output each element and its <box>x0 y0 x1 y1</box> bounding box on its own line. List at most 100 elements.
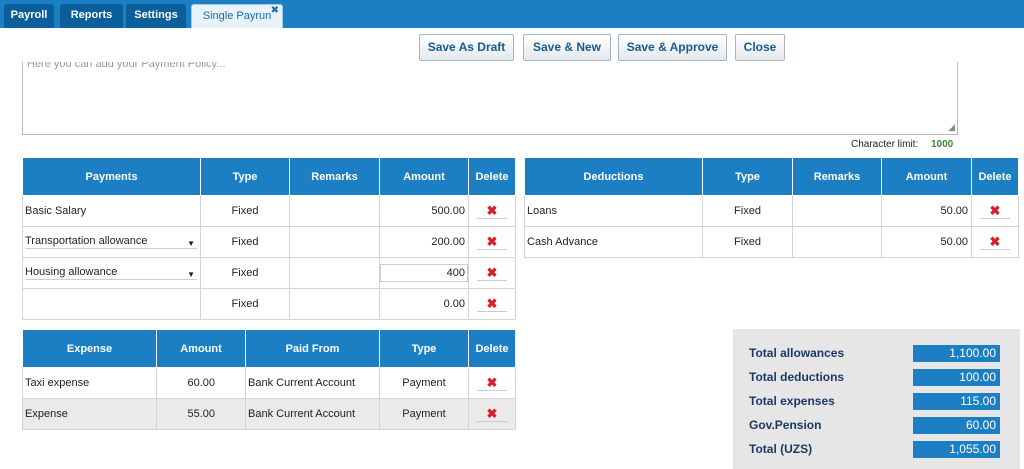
payment-amount-cell: 400 <box>379 257 469 289</box>
table-row: Cash Advance Fixed 50.00 ✖ <box>524 226 1019 258</box>
payment-type: Fixed <box>200 226 290 258</box>
column-header: Delete <box>468 157 516 196</box>
table-row: Loans Fixed 50.00 ✖ <box>524 195 1019 227</box>
column-header: Amount <box>379 157 469 196</box>
delete-cell: ✖ <box>468 195 516 227</box>
chevron-down-icon: ▼ <box>187 270 195 279</box>
payment-policy-textarea[interactable]: Here you can add your Payment Policy... … <box>22 62 958 135</box>
payment-name-cell: Housing allowance ▼ <box>22 257 201 289</box>
tab-single-payrun[interactable]: Single Payrun ✖ <box>191 4 283 28</box>
table-row: Housing allowance ▼ Fixed 400 ✖ <box>22 257 516 289</box>
payment-amount: 500.00 <box>379 195 469 227</box>
delete-icon[interactable]: ✖ <box>477 406 507 422</box>
resize-handle-icon[interactable]: ◢ <box>948 122 955 133</box>
deduction-remarks[interactable] <box>792 226 882 258</box>
total-expenses-label: Total expenses <box>749 394 835 408</box>
delete-icon[interactable]: ✖ <box>477 234 507 250</box>
chevron-down-icon: ▼ <box>187 239 195 248</box>
column-header: Type <box>702 157 793 196</box>
payment-amount: 200.00 <box>379 226 469 258</box>
tab-reports[interactable]: Reports <box>60 4 123 28</box>
save-and-approve-button[interactable]: Save & Approve <box>618 34 727 61</box>
payment-type-select[interactable]: Transportation allowance ▼ <box>25 235 197 249</box>
total-uzs-value: 1,055.00 <box>913 441 1000 458</box>
column-header: Remarks <box>289 157 380 196</box>
column-header: Type <box>200 157 290 196</box>
deduction-name: Loans <box>524 195 703 227</box>
expense-amount: 55.00 <box>156 398 246 430</box>
tab-label: Reports <box>70 9 113 21</box>
expense-paid-from: Bank Current Account <box>245 367 380 399</box>
tab-payroll[interactable]: Payroll <box>4 4 54 28</box>
column-header: Delete <box>468 329 516 368</box>
delete-icon[interactable]: ✖ <box>477 203 507 219</box>
deduction-type: Fixed <box>702 226 793 258</box>
deduction-type: Fixed <box>702 195 793 227</box>
deduction-amount: 50.00 <box>881 195 972 227</box>
table-row: Transportation allowance ▼ Fixed 200.00 … <box>22 226 516 258</box>
column-header: Type <box>379 329 469 368</box>
table-header: Deductions Type Remarks Amount Delete <box>524 157 1019 196</box>
column-header: Delete <box>971 157 1019 196</box>
column-header: Remarks <box>792 157 882 196</box>
delete-cell: ✖ <box>971 226 1019 258</box>
total-allowances-value: 1,100.00 <box>913 345 1000 362</box>
tab-bar: Payroll Reports Settings Single Payrun ✖ <box>0 0 1024 28</box>
delete-icon[interactable]: ✖ <box>477 265 507 281</box>
expense-type: Payment <box>379 398 469 430</box>
delete-icon[interactable]: ✖ <box>980 203 1010 219</box>
total-expenses-value: 115.00 <box>913 393 1000 410</box>
column-header: Deductions <box>524 157 703 196</box>
table-row: Expense 55.00 Bank Current Account Payme… <box>22 398 516 430</box>
total-allowances-label: Total allowances <box>749 346 845 360</box>
delete-cell: ✖ <box>468 288 516 320</box>
amount-input[interactable]: 400 <box>380 264 468 282</box>
payment-type: Fixed <box>200 257 290 289</box>
payment-remarks[interactable] <box>289 195 380 227</box>
column-header: Amount <box>156 329 246 368</box>
delete-icon[interactable]: ✖ <box>980 234 1010 250</box>
delete-icon[interactable]: ✖ <box>477 375 507 391</box>
delete-icon[interactable]: ✖ <box>477 296 507 312</box>
expense-name: Expense <box>22 398 157 430</box>
delete-cell: ✖ <box>468 398 516 430</box>
payments-table: Payments Type Remarks Amount Delete Basi… <box>22 157 516 320</box>
save-and-new-button[interactable]: Save & New <box>523 34 611 61</box>
tab-settings[interactable]: Settings <box>126 4 186 28</box>
payment-name <box>22 288 201 320</box>
close-button[interactable]: Close <box>735 34 785 61</box>
column-header: Expense <box>22 329 157 368</box>
gov-pension-value: 60.00 <box>913 417 1000 434</box>
close-tab-icon[interactable]: ✖ <box>271 5 279 17</box>
delete-cell: ✖ <box>971 195 1019 227</box>
payment-name-cell: Transportation allowance ▼ <box>22 226 201 258</box>
payment-type-select[interactable]: Housing allowance ▼ <box>25 266 197 280</box>
total-deductions-value: 100.00 <box>913 369 1000 386</box>
expense-amount: 60.00 <box>156 367 246 399</box>
total-uzs-label: Total (UZS) <box>749 442 813 456</box>
tab-label: Single Payrun <box>202 10 272 22</box>
deduction-remarks[interactable] <box>792 195 882 227</box>
column-header: Paid From <box>245 329 380 368</box>
table-header: Payments Type Remarks Amount Delete <box>22 157 516 196</box>
expense-name: Taxi expense <box>22 367 157 399</box>
delete-cell: ✖ <box>468 367 516 399</box>
expense-type: Payment <box>379 367 469 399</box>
totals-panel: Total allowances 1,100.00 Total deductio… <box>733 329 1020 469</box>
payment-remarks[interactable] <box>289 257 380 289</box>
deduction-amount: 50.00 <box>881 226 972 258</box>
save-as-draft-button[interactable]: Save As Draft <box>419 34 514 61</box>
deduction-name: Cash Advance <box>524 226 703 258</box>
total-deductions-label: Total deductions <box>749 370 845 384</box>
policy-placeholder: Here you can add your Payment Policy... <box>27 62 226 70</box>
expense-paid-from: Bank Current Account <box>245 398 380 430</box>
table-row: Basic Salary Fixed 500.00 ✖ <box>22 195 516 227</box>
payment-remarks[interactable] <box>289 288 380 320</box>
character-limit-value: 1000 <box>931 139 954 150</box>
column-header: Payments <box>22 157 201 196</box>
payment-remarks[interactable] <box>289 226 380 258</box>
tab-label: Settings <box>134 9 178 21</box>
payment-type: Fixed <box>200 195 290 227</box>
table-row: Fixed 0.00 ✖ <box>22 288 516 320</box>
table-header: Expense Amount Paid From Type Delete <box>22 329 516 368</box>
